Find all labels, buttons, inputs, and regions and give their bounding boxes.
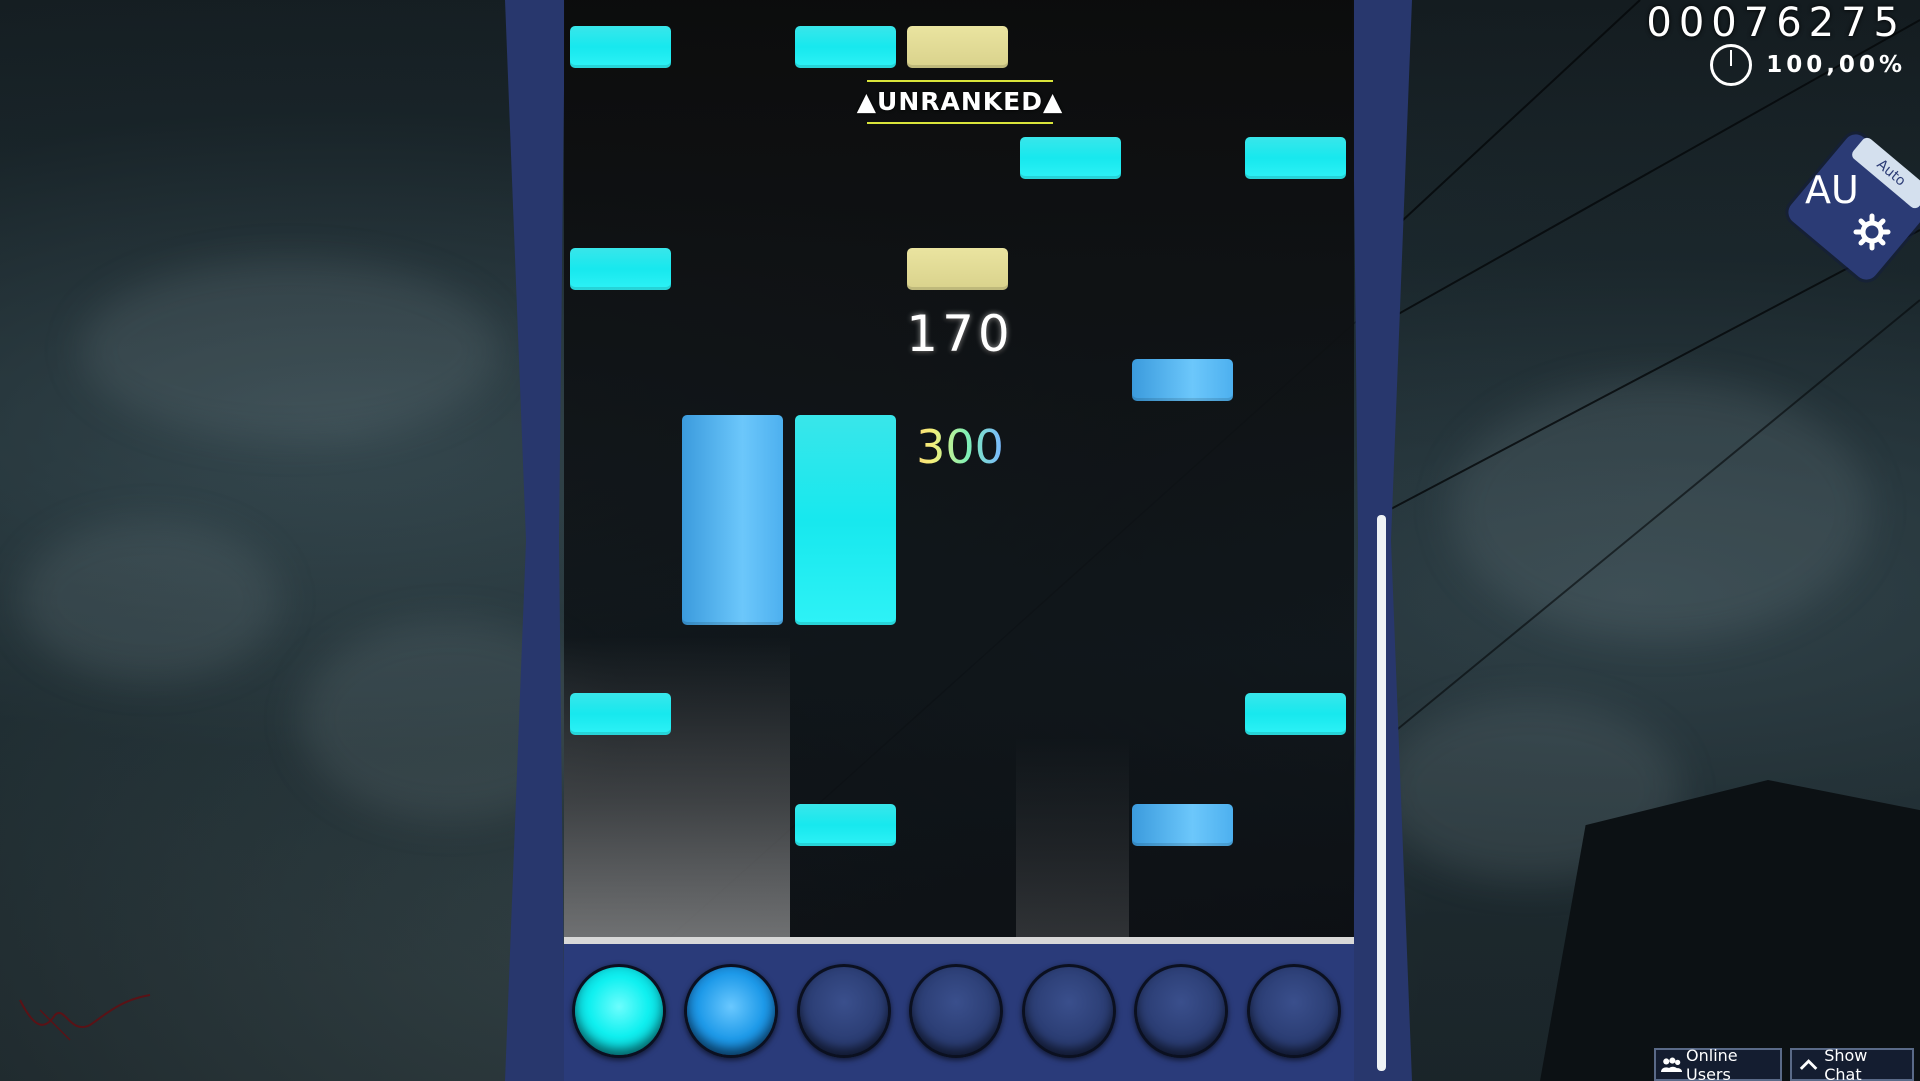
show-chat-button[interactable]: Show Chat xyxy=(1790,1045,1914,1081)
key-lane-1[interactable] xyxy=(572,964,666,1058)
show-chat-label: Show Chat xyxy=(1824,1045,1868,1081)
score-display: 00076275 xyxy=(1646,0,1906,46)
note xyxy=(1020,137,1121,179)
note xyxy=(1132,359,1233,401)
note xyxy=(1132,804,1233,846)
accuracy-value: 100,00% xyxy=(1766,52,1906,78)
lane-1-glow xyxy=(564,637,790,937)
combo-counter: 170 xyxy=(906,305,1014,363)
pie-clock-icon xyxy=(1710,44,1753,86)
key-lane-7[interactable] xyxy=(1247,964,1341,1058)
note xyxy=(795,804,896,846)
accuracy-display: 100,00% xyxy=(1710,44,1906,86)
hit-judgement: 300 xyxy=(890,420,1030,474)
note xyxy=(1245,137,1346,179)
song-progress-bar xyxy=(1377,515,1386,1071)
judgement-line xyxy=(564,937,1354,944)
note xyxy=(907,26,1008,68)
note xyxy=(795,26,896,68)
users-icon xyxy=(1661,1057,1683,1072)
note xyxy=(570,248,671,290)
key-lane-3[interactable] xyxy=(797,964,891,1058)
note xyxy=(907,248,1008,290)
hold-note xyxy=(682,415,783,625)
signature-mark xyxy=(19,994,151,1041)
note xyxy=(1245,693,1346,735)
game-screen: ▲UNRANKED▲ 170 300 00076275 100,00% Auto… xyxy=(0,0,1920,1081)
mod-badge-label: AU xyxy=(1805,168,1859,212)
key-lane-4[interactable] xyxy=(909,964,1003,1058)
unranked-banner: ▲UNRANKED▲ xyxy=(845,80,1075,124)
gear-icon xyxy=(1853,213,1891,251)
key-lane-6[interactable] xyxy=(1134,964,1228,1058)
online-users-button[interactable]: Online Users xyxy=(1654,1045,1782,1081)
key-lane-5[interactable] xyxy=(1022,964,1116,1058)
chevron-up-icon xyxy=(1799,1058,1818,1070)
note xyxy=(570,693,671,735)
key-area xyxy=(564,944,1354,1081)
hold-note xyxy=(795,415,896,625)
lane-5-glow xyxy=(1016,737,1129,937)
note xyxy=(570,26,671,68)
online-users-label: Online Users xyxy=(1686,1045,1738,1081)
key-lane-2[interactable] xyxy=(684,964,778,1058)
background-building xyxy=(1540,780,1920,1081)
